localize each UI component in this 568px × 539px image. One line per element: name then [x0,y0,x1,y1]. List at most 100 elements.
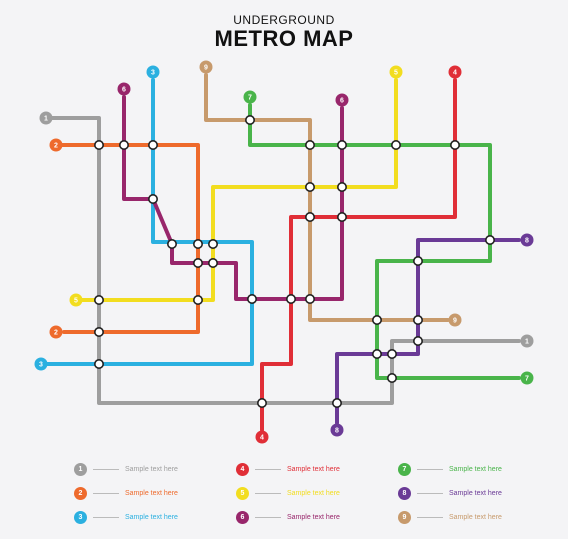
station[interactable] [94,294,105,305]
legend-text: Sample text here [287,489,340,497]
station[interactable] [412,314,423,325]
line-2-terminal-badge: 2 [49,138,63,152]
metro-line-3 [43,78,254,366]
line-5-terminal-badge: 5 [69,293,83,307]
station[interactable] [412,255,423,266]
metro-line-8 [335,238,521,425]
line-3-terminal-badge: 3 [146,65,160,79]
svg-text:6: 6 [122,87,126,94]
legend-item-line-5: 5 Sample text here [236,486,340,500]
legend-text: Sample text here [287,465,340,473]
station[interactable] [304,293,315,304]
svg-text:5: 5 [74,298,78,305]
line-8-terminal-badge: 8 [520,233,534,247]
svg-text:4: 4 [453,70,457,77]
station[interactable] [336,140,347,151]
line-5-terminal-badge: 5 [389,65,403,79]
line-4-terminal-badge: 4 [448,65,462,79]
line-9-terminal-badge: 9 [199,60,213,74]
legend: 1 Sample text here 2 Sample text here 3 Sampl… [0,458,568,528]
station[interactable] [449,140,460,151]
legend-badge: 5 [236,486,249,500]
legend-badge: 4 [236,462,249,476]
station[interactable] [304,140,315,151]
line-8-terminal-badge: 8 [330,423,344,437]
station[interactable] [371,314,382,325]
metro-line-2 [60,143,200,334]
station[interactable] [371,348,382,359]
line-3-terminal-badge: 3 [34,357,48,371]
station[interactable] [412,335,423,346]
svg-text:7: 7 [248,95,252,102]
legend-divider [93,468,119,470]
legend-item-line-4: 4 Sample text here [236,462,340,476]
legend-badge: 1 [74,462,87,476]
station[interactable] [94,326,105,337]
legend-divider [93,492,119,494]
legend-badge: 9 [398,510,411,524]
station[interactable] [94,140,105,151]
svg-text:2: 2 [54,143,58,150]
station[interactable] [245,115,256,126]
station[interactable] [390,140,401,151]
station[interactable] [304,212,315,223]
legend-text: Sample text here [125,513,178,521]
svg-text:3: 3 [39,362,43,369]
station[interactable] [208,239,219,250]
svg-text:9: 9 [204,65,208,72]
station[interactable] [193,257,204,268]
station[interactable] [285,293,296,304]
station[interactable] [193,294,204,305]
legend-item-line-1: 1 Sample text here [74,462,178,476]
line-1-terminal-badge: 1 [39,111,53,125]
legend-text: Sample text here [449,465,502,473]
legend-badge: 8 [398,486,411,500]
metro-map: 1 1 3 3 2 2 9 9 5 5 6 6 7 7 4 4 8 8 [34,60,534,444]
svg-text:9: 9 [453,318,457,325]
legend-text: Sample text here [449,489,502,497]
legend-text: Sample text here [449,513,502,521]
station[interactable] [386,372,397,383]
line-4-terminal-badge: 4 [255,430,269,444]
station[interactable] [94,358,105,369]
station[interactable] [119,140,130,151]
station[interactable] [256,397,267,408]
station[interactable] [247,293,258,304]
station[interactable] [336,182,347,193]
line-7-terminal-badge: 7 [520,371,534,385]
svg-text:8: 8 [525,238,529,245]
legend-divider [417,468,443,470]
station[interactable] [148,194,159,205]
station[interactable] [336,212,347,223]
line-9-terminal-badge: 9 [448,313,462,327]
station[interactable] [484,235,495,246]
svg-text:4: 4 [260,435,264,442]
svg-text:6: 6 [340,98,344,105]
station[interactable] [193,239,204,250]
legend-item-line-2: 2 Sample text here [74,486,178,500]
legend-item-line-9: 9 Sample text here [398,510,502,524]
metro-line-9 [204,73,450,322]
line-2-terminal-badge: 2 [49,325,63,339]
station[interactable] [167,239,178,250]
station[interactable] [208,257,219,268]
legend-divider [417,516,443,518]
line-1-terminal-badge: 1 [520,334,534,348]
legend-text: Sample text here [125,465,178,473]
legend-divider [93,516,119,518]
line-6-terminal-badge: 6 [117,82,131,96]
legend-item-line-6: 6 Sample text here [236,510,340,524]
svg-text:3: 3 [151,70,155,77]
station[interactable] [148,140,159,151]
legend-item-line-7: 7 Sample text here [398,462,502,476]
legend-badge: 2 [74,486,87,500]
station[interactable] [304,182,315,193]
legend-badge: 6 [236,510,249,524]
station[interactable] [386,348,397,359]
svg-text:1: 1 [525,339,529,346]
station[interactable] [331,397,342,408]
legend-text: Sample text here [287,513,340,521]
legend-divider [417,492,443,494]
svg-text:5: 5 [394,70,398,77]
legend-item-line-8: 8 Sample text here [398,486,502,500]
